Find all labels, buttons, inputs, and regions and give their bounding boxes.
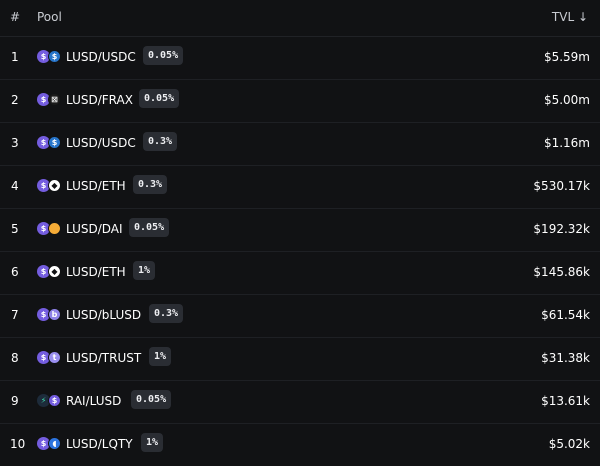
- eth-icon: ◆: [48, 179, 61, 192]
- usdc-icon: $: [48, 136, 61, 149]
- fee-tier-badge: 1%: [141, 433, 164, 452]
- tvl-sort-header[interactable]: TVL ↓: [552, 10, 588, 24]
- row-rank: 7: [11, 308, 19, 322]
- row-rank: 9: [11, 394, 19, 408]
- fee-tier-badge: 0.3%: [149, 304, 184, 323]
- row-rank: 8: [11, 351, 19, 365]
- fee-tier-badge: 0.3%: [133, 175, 168, 194]
- pool-pair: LUSD/USDC: [66, 136, 136, 150]
- trust-icon: t: [48, 351, 61, 364]
- token-pair-icons: $ $: [37, 50, 62, 64]
- token-pair-icons: $ b: [37, 308, 62, 322]
- table-row[interactable]: 6 $ ◆ LUSD/ETH 1% $145.86k: [0, 251, 600, 295]
- pool-pair: LUSD/FRAX: [66, 93, 133, 107]
- dai-icon: [48, 222, 61, 235]
- row-rank: 3: [11, 136, 19, 150]
- token-pair-icons: $ $: [37, 136, 62, 150]
- pool-pair: LUSD/LQTY: [66, 437, 133, 451]
- table-row[interactable]: 10 $ ◖ LUSD/LQTY 1% $5.02k: [0, 423, 600, 466]
- rank-header: #: [10, 10, 21, 24]
- pool-pair: LUSD/bLUSD: [66, 308, 142, 322]
- table-row[interactable]: 2 $ ⊠ LUSD/FRAX 0.05% $5.00m: [0, 79, 600, 123]
- row-rank: 6: [11, 265, 19, 279]
- lqty-icon: ◖: [48, 437, 61, 450]
- pool-tvl: $192.32k: [533, 222, 590, 236]
- pools-table: # Pool TVL ↓ 1 $ $ LUSD/USDC 0.05% $5.59…: [0, 0, 600, 462]
- pool-tvl: $61.54k: [541, 308, 590, 322]
- table-row[interactable]: 8 $ t LUSD/TRUST 1% $31.38k: [0, 337, 600, 381]
- token-pair-icons: $ ◖: [37, 437, 62, 451]
- fee-tier-badge: 0.05%: [129, 218, 170, 237]
- token-pair-icons: $ ◆: [37, 265, 62, 279]
- token-pair-icons: $ t: [37, 351, 62, 365]
- fee-tier-badge: 0.05%: [131, 390, 172, 409]
- usdc-icon: $: [48, 50, 61, 63]
- pool-tvl: $530.17k: [533, 179, 590, 193]
- pool-pair: LUSD/ETH: [66, 265, 126, 279]
- pool-pair: LUSD/TRUST: [66, 351, 142, 365]
- eth-icon: ◆: [48, 265, 61, 278]
- table-row[interactable]: 9 ⚡ $ RAI/LUSD 0.05% $13.61k: [0, 380, 600, 424]
- fee-tier-badge: 1%: [133, 261, 156, 280]
- pool-tvl: $145.86k: [533, 265, 590, 279]
- frax-icon: ⊠: [48, 93, 61, 106]
- blusd-icon: b: [48, 308, 61, 321]
- token-pair-icons: $ ◆: [37, 179, 62, 193]
- fee-tier-badge: 0.05%: [139, 89, 180, 108]
- fee-tier-badge: 0.3%: [143, 132, 178, 151]
- fee-tier-badge: 0.05%: [143, 46, 184, 65]
- table-row[interactable]: 5 $ LUSD/DAI 0.05% $192.32k: [0, 208, 600, 252]
- lusd-icon: $: [48, 394, 61, 407]
- pool-tvl: $1.16m: [543, 136, 590, 150]
- fee-tier-badge: 1%: [149, 347, 172, 366]
- pool-tvl: $5.00m: [543, 93, 590, 107]
- token-pair-icons: $: [37, 222, 62, 236]
- row-rank: 10: [10, 437, 26, 451]
- pool-tvl: $5.59m: [543, 50, 590, 64]
- pool-pair: LUSD/DAI: [66, 222, 123, 236]
- pool-header: Pool: [37, 10, 62, 24]
- row-rank: 1: [11, 50, 19, 64]
- row-rank: 5: [11, 222, 19, 236]
- pool-tvl: $13.61k: [541, 394, 590, 408]
- token-pair-icons: ⚡ $: [37, 394, 62, 408]
- row-rank: 2: [11, 93, 19, 107]
- table-row[interactable]: 7 $ b LUSD/bLUSD 0.3% $61.54k: [0, 294, 600, 338]
- pool-pair: LUSD/ETH: [66, 179, 126, 193]
- table-row[interactable]: 3 $ $ LUSD/USDC 0.3% $1.16m: [0, 122, 600, 166]
- row-rank: 4: [11, 179, 19, 193]
- pool-tvl: $31.38k: [541, 351, 590, 365]
- pool-tvl: $5.02k: [548, 437, 590, 451]
- table-row[interactable]: 4 $ ◆ LUSD/ETH 0.3% $530.17k: [0, 165, 600, 209]
- pool-pair: LUSD/USDC: [66, 50, 136, 64]
- table-row[interactable]: 1 $ $ LUSD/USDC 0.05% $5.59m: [0, 36, 600, 80]
- token-pair-icons: $ ⊠: [37, 93, 62, 107]
- table-header: # Pool TVL ↓: [0, 0, 600, 37]
- pool-pair: RAI/LUSD: [66, 394, 122, 408]
